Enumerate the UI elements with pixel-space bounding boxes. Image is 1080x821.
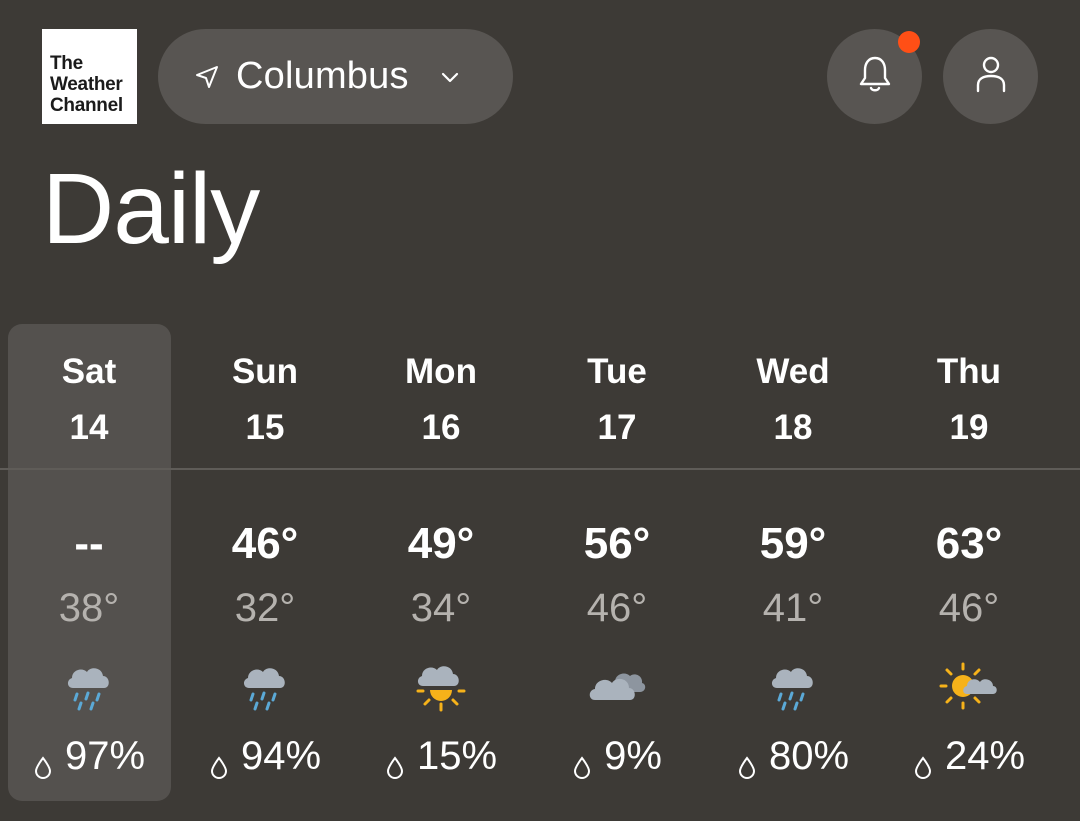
raindrop-icon (33, 745, 53, 779)
cloud-sun-icon (409, 654, 473, 718)
chevron-down-icon (439, 66, 461, 88)
daily-forecast-screen: The Weather Channel Columbus Daily Sat 1… (0, 0, 1080, 821)
page-title: Daily (42, 153, 260, 265)
day-name: Sun (231, 352, 299, 391)
low-temp: 46° (938, 586, 1000, 630)
day-name: Thu (936, 352, 1002, 391)
precip-value: 24% (944, 734, 1026, 778)
high-temp: 46° (231, 519, 299, 568)
raindrop-icon (913, 745, 933, 779)
day-date: 16 (421, 408, 461, 447)
user-icon (975, 54, 1007, 99)
day-column-sun[interactable]: Sun 15 46° 32° 94% (177, 324, 353, 801)
raindrop-icon (572, 745, 592, 779)
logo-line-1: The (50, 53, 83, 74)
bell-icon (857, 54, 893, 99)
day-name: Mon (405, 352, 477, 391)
day-name: Sat (61, 352, 117, 391)
raindrop-icon (737, 745, 757, 779)
rain-icon (761, 654, 825, 718)
precip-chance: 9% (529, 734, 705, 779)
high-temp: 63° (935, 519, 1003, 568)
low-temp: 32° (234, 586, 296, 630)
precip-chance: 80% (705, 734, 881, 779)
partly-cloudy-icon (937, 654, 1001, 718)
logo-line-3: Channel (50, 95, 123, 116)
day-date: 18 (773, 408, 813, 447)
day-date: 19 (949, 408, 989, 447)
precip-value: 80% (768, 734, 850, 778)
high-temp: -- (74, 519, 104, 568)
day-name: Wed (756, 352, 830, 391)
day-column-wed[interactable]: Wed 18 59° 41° 80% (705, 324, 881, 801)
precip-chance: 97% (1, 734, 177, 779)
precip-value: 94% (240, 734, 322, 778)
day-date: 14 (69, 408, 109, 447)
raindrop-icon (209, 745, 229, 779)
location-selector[interactable]: Columbus (158, 29, 513, 124)
day-column-sat[interactable]: Sat 14 -- 38° 97% (1, 324, 177, 801)
precip-chance: 24% (881, 734, 1057, 779)
low-temp: 38° (58, 586, 120, 630)
high-temp: 59° (759, 519, 827, 568)
precip-value: 15% (416, 734, 498, 778)
day-date: 17 (597, 408, 637, 447)
raindrop-icon (385, 745, 405, 779)
profile-button[interactable] (943, 29, 1038, 124)
day-name: Tue (587, 352, 647, 391)
precip-value: 97% (64, 734, 146, 778)
rain-icon (233, 654, 297, 718)
day-column-mon[interactable]: Mon 16 49° 34° 15% (353, 324, 529, 801)
precip-chance: 15% (353, 734, 529, 779)
day-column-thu[interactable]: Thu 19 63° 46° 24% (881, 324, 1057, 801)
high-temp: 56° (583, 519, 651, 568)
day-date: 15 (245, 408, 285, 447)
rain-icon (57, 654, 121, 718)
day-column-tue[interactable]: Tue 17 56° 46° 9% (529, 324, 705, 801)
low-temp: 41° (762, 586, 824, 630)
notification-badge (898, 31, 920, 53)
navigation-arrow-icon (194, 64, 220, 90)
low-temp: 34° (410, 586, 472, 630)
high-temp: 49° (407, 519, 475, 568)
weather-channel-logo[interactable]: The Weather Channel (42, 29, 137, 124)
cloudy-icon (585, 654, 649, 718)
location-name: Columbus (236, 55, 409, 97)
precip-chance: 94% (177, 734, 353, 779)
precip-value: 9% (604, 734, 662, 778)
low-temp: 46° (586, 586, 648, 630)
logo-line-2: Weather (50, 74, 123, 95)
